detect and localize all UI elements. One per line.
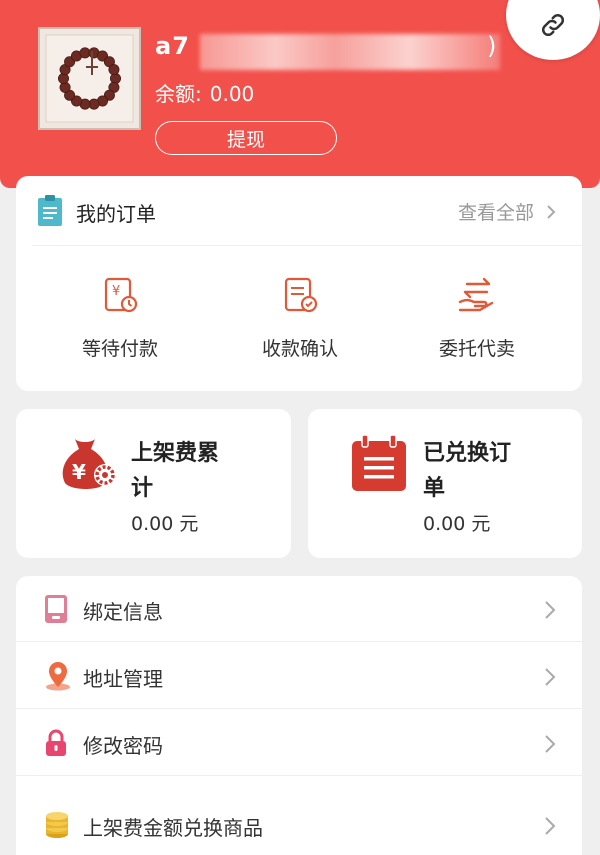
balance: 余额: 0.00	[155, 78, 254, 107]
order-item-payment-pending[interactable]: ¥ 等待付款	[50, 276, 190, 361]
menu-item-label: 地址管理	[83, 667, 163, 691]
stat-title: 上架费累 计	[131, 436, 219, 506]
receipt-confirm-icon	[284, 277, 318, 313]
menu-item-address[interactable]: 地址管理	[16, 643, 582, 709]
chevron-right-icon	[545, 817, 556, 835]
username: a7	[155, 32, 190, 60]
consign-sell-icon	[458, 277, 494, 312]
stat-title-line1: 已兑换订	[423, 441, 512, 466]
balance-label: 余额:	[155, 82, 202, 106]
bead	[108, 64, 120, 76]
stat-title-line2: 计	[131, 476, 154, 501]
username-blur-mask	[200, 34, 500, 70]
order-item-label: 委托代卖	[438, 338, 515, 360]
menu-item-change-password[interactable]: 修改密码	[16, 710, 582, 776]
coins-icon	[46, 812, 68, 838]
order-item-consign-sell[interactable]: 委托代卖	[407, 276, 547, 361]
bind-info-icon	[45, 595, 67, 623]
stat-value: 0.00 元	[131, 513, 199, 535]
chevron-right-icon	[545, 668, 556, 686]
orders-title: 我的订单	[76, 202, 156, 226]
divider	[32, 245, 582, 246]
listing-fee-total-card[interactable]: ¥ 上架费累 计 0.00 元	[16, 409, 291, 558]
exchanged-orders-card[interactable]: 已兑换订 单 0.00 元	[308, 409, 582, 558]
lock-icon	[46, 729, 66, 756]
calendar-list-icon	[352, 434, 406, 491]
svg-text:¥: ¥	[72, 460, 86, 484]
link-icon	[541, 13, 565, 37]
chevron-right-icon	[545, 601, 556, 619]
withdraw-button[interactable]: 提现	[155, 121, 337, 155]
menu-item-fee-exchange[interactable]: 上架费金额兑换商品	[16, 792, 582, 855]
chevron-right-icon	[547, 205, 556, 219]
money-bag-icon: ¥	[62, 439, 116, 489]
view-all-label: 查看全部	[457, 202, 534, 224]
payment-pending-icon: ¥	[104, 277, 138, 313]
svg-text:¥: ¥	[112, 284, 120, 299]
menu-item-label: 绑定信息	[83, 600, 163, 624]
username-suffix: )	[487, 32, 497, 60]
stat-value: 0.00 元	[423, 513, 491, 535]
chevron-right-icon	[545, 735, 556, 753]
settings-menu: 绑定信息 地址管理 修改密码 上架费金额兑换商品	[16, 576, 582, 855]
stat-title-line1: 上架费累	[131, 441, 220, 466]
prayer-beads-image	[45, 34, 134, 123]
order-item-label: 等待付款	[81, 338, 158, 360]
balance-value: 0.00	[209, 82, 255, 106]
clipboard-icon	[38, 195, 62, 226]
menu-item-label: 修改密码	[83, 734, 163, 758]
avatar[interactable]	[38, 27, 141, 130]
view-all-orders-link[interactable]: 查看全部	[458, 198, 556, 225]
menu-item-bind-info[interactable]: 绑定信息	[16, 576, 582, 642]
stat-title: 已兑换订 单	[423, 436, 511, 506]
location-pin-icon	[46, 662, 70, 691]
stat-title-line2: 单	[423, 476, 446, 501]
order-item-receipt-confirm[interactable]: 收款确认	[230, 276, 370, 361]
order-item-label: 收款确认	[261, 338, 338, 360]
orders-card: 我的订单 查看全部 ¥ 等待付款 收款确认 委托代卖	[16, 176, 582, 391]
menu-item-label: 上架费金额兑换商品	[83, 816, 263, 840]
